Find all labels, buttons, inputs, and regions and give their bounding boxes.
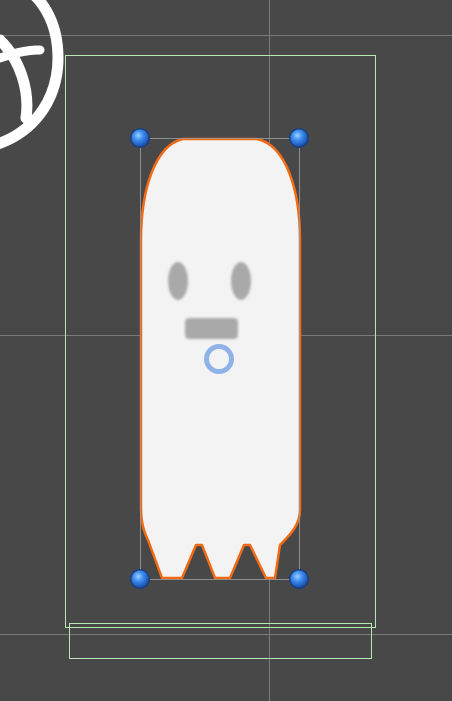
resize-handle-icon[interactable] bbox=[289, 569, 309, 589]
resize-handle-icon[interactable] bbox=[289, 128, 309, 148]
scene-viewport[interactable] bbox=[0, 0, 452, 701]
ghost-mouth bbox=[185, 318, 238, 339]
ghost-left-eye bbox=[168, 262, 188, 300]
resize-handle-icon[interactable] bbox=[130, 569, 150, 589]
ghost-right-eye bbox=[231, 262, 251, 300]
resize-handle-icon[interactable] bbox=[130, 128, 150, 148]
